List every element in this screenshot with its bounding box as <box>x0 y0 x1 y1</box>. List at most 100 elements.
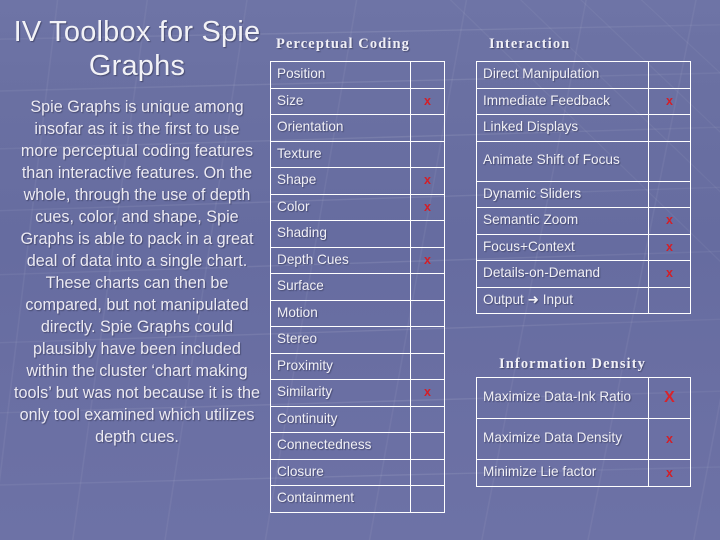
row-label: Orientation <box>270 114 411 142</box>
row-mark: x <box>410 193 445 221</box>
row-mark: x <box>648 459 691 487</box>
interaction-rows: Direct Manipulation Immediate Feedback x … <box>476 61 691 314</box>
row-label: Size <box>270 87 411 115</box>
table-row[interactable]: Depth Cues x <box>270 246 445 274</box>
table-row[interactable]: Size x <box>270 87 445 115</box>
row-mark: x <box>410 87 445 115</box>
row-mark <box>648 114 691 142</box>
row-mark: x <box>648 207 691 235</box>
row-label: Closure <box>270 458 411 486</box>
table-row[interactable]: Continuity <box>270 405 445 433</box>
row-mark <box>410 352 445 380</box>
row-label: Motion <box>270 299 411 327</box>
row-mark <box>648 61 691 89</box>
table-row[interactable]: Surface <box>270 273 445 301</box>
row-mark <box>410 220 445 248</box>
table-row[interactable]: Similarity x <box>270 379 445 407</box>
perceptual-coding-rows: Position Size x Orientation Texture Shape… <box>270 61 445 513</box>
row-mark: X <box>648 377 691 419</box>
table-row[interactable]: Output ➜ Input <box>476 286 691 314</box>
table-row[interactable]: Stereo <box>270 326 445 354</box>
row-label: Containment <box>270 485 411 513</box>
row-label: Minimize Lie factor <box>476 459 649 487</box>
row-label: Similarity <box>270 379 411 407</box>
table-row[interactable]: Linked Displays <box>476 114 691 142</box>
information-density-rows: Maximize Data-Ink Ratio X Maximize Data D… <box>476 377 691 487</box>
information-density-heading: Information Density <box>499 356 646 372</box>
row-label: Connectedness <box>270 432 411 460</box>
row-label: Texture <box>270 140 411 168</box>
perceptual-coding-table: Position Size x Orientation Texture Shape… <box>270 61 445 513</box>
body-paragraph: Spie Graphs is unique among insofar as i… <box>14 98 260 446</box>
row-label: Depth Cues <box>270 246 411 274</box>
row-label: Linked Displays <box>476 114 649 142</box>
table-row[interactable]: Containment <box>270 485 445 513</box>
row-label: Surface <box>270 273 411 301</box>
row-label: Shape <box>270 167 411 195</box>
table-row[interactable]: Texture <box>270 140 445 168</box>
row-label: Immediate Feedback <box>476 87 649 115</box>
row-mark <box>410 114 445 142</box>
table-row[interactable]: Dynamic Sliders <box>476 180 691 208</box>
row-mark <box>410 61 445 89</box>
row-label: Animate Shift of Focus <box>476 140 649 182</box>
table-row[interactable]: Shape x <box>270 167 445 195</box>
perceptual-coding-table-wrapper: Position Size x Orientation Texture Shape… <box>270 61 445 513</box>
information-density-table-wrapper: Maximize Data-Ink Ratio X Maximize Data D… <box>476 377 691 487</box>
table-row[interactable]: Semantic Zoom x <box>476 207 691 235</box>
interaction-table: Direct Manipulation Immediate Feedback x … <box>476 61 691 314</box>
table-row[interactable]: Focus+Context x <box>476 233 691 261</box>
perceptual-coding-heading: Perceptual Coding <box>276 36 411 52</box>
row-mark: x <box>648 87 691 115</box>
row-mark <box>410 405 445 433</box>
row-mark <box>410 432 445 460</box>
row-label: Focus+Context <box>476 233 649 261</box>
row-mark <box>410 273 445 301</box>
table-row[interactable]: Minimize Lie factor x <box>476 459 691 487</box>
row-label: Direct Manipulation <box>476 61 649 89</box>
row-mark <box>410 140 445 168</box>
row-label: Details-on-Demand <box>476 260 649 288</box>
row-label: Color <box>270 193 411 221</box>
row-mark <box>410 299 445 327</box>
row-label: Position <box>270 61 411 89</box>
row-mark: x <box>410 379 445 407</box>
table-row[interactable]: Proximity <box>270 352 445 380</box>
interaction-table-wrapper: Direct Manipulation Immediate Feedback x … <box>476 61 691 314</box>
row-label: Shading <box>270 220 411 248</box>
row-mark <box>410 458 445 486</box>
table-row[interactable]: Maximize Data-Ink Ratio X <box>476 377 691 419</box>
row-mark <box>410 485 445 513</box>
row-label: Semantic Zoom <box>476 207 649 235</box>
table-row[interactable]: Connectedness <box>270 432 445 460</box>
row-mark: x <box>648 418 691 460</box>
row-label-output-input: Output ➜ Input <box>476 286 649 314</box>
table-row[interactable]: Orientation <box>270 114 445 142</box>
row-mark: x <box>410 167 445 195</box>
row-label: Maximize Data-Ink Ratio <box>476 377 649 419</box>
row-label: Dynamic Sliders <box>476 180 649 208</box>
table-row[interactable]: Animate Shift of Focus <box>476 140 691 182</box>
row-mark <box>648 180 691 208</box>
table-row[interactable]: Details-on-Demand x <box>476 260 691 288</box>
interaction-heading: Interaction <box>489 36 571 52</box>
table-row[interactable]: Motion <box>270 299 445 327</box>
row-mark <box>648 140 691 182</box>
row-label: Continuity <box>270 405 411 433</box>
row-mark: x <box>648 260 691 288</box>
information-density-table: Maximize Data-Ink Ratio X Maximize Data D… <box>476 377 691 487</box>
table-row[interactable]: Closure <box>270 458 445 486</box>
row-mark: x <box>410 246 445 274</box>
table-row[interactable]: Immediate Feedback x <box>476 87 691 115</box>
table-row[interactable]: Position <box>270 61 445 89</box>
left-text-panel: IV Toolbox for Spie Graphs Spie Graphs i… <box>8 12 266 449</box>
table-row[interactable]: Shading <box>270 220 445 248</box>
row-mark <box>410 326 445 354</box>
table-row[interactable]: Maximize Data Density x <box>476 418 691 460</box>
page-title: IV Toolbox for Spie Graphs <box>13 16 261 82</box>
row-mark: x <box>648 233 691 261</box>
row-label: Maximize Data Density <box>476 418 649 460</box>
table-row[interactable]: Color x <box>270 193 445 221</box>
row-label: Stereo <box>270 326 411 354</box>
table-row[interactable]: Direct Manipulation <box>476 61 691 89</box>
